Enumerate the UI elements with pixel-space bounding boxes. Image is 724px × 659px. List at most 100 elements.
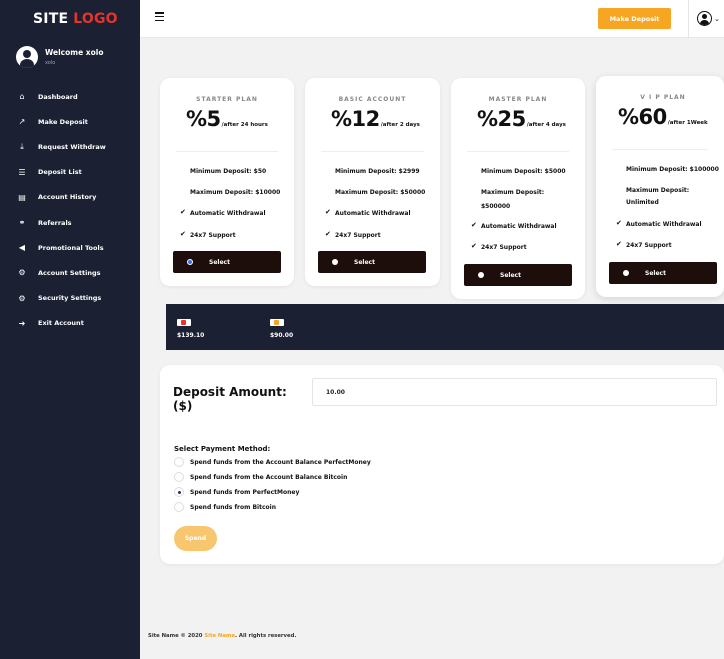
plan-min-deposit: Minimum Deposit: $5000 — [481, 168, 566, 175]
plan-min-deposit: Minimum Deposit: $50 — [190, 168, 267, 175]
sidebar-item-label: Promotional Tools — [38, 243, 104, 252]
plan-name: V I P PLAN — [640, 94, 686, 101]
balance-bitcoin: $90.00 — [270, 319, 293, 339]
welcome-username: xolo — [45, 60, 56, 66]
select-label: Select — [354, 258, 375, 266]
sidebar-item-referrals[interactable]: ⚭ Referrals — [0, 210, 140, 235]
user-welcome: Welcome xolo xolo — [0, 38, 140, 70]
sidebar-item-account-history[interactable]: ▤ Account History — [0, 185, 140, 210]
list-icon: ☰ — [18, 167, 26, 177]
sidebar-item-account-settings[interactable]: ⚙ Account Settings — [0, 260, 140, 285]
deposit-amount-input[interactable] — [312, 378, 717, 406]
divider — [176, 151, 278, 152]
plan-period: /after 24 hours — [221, 122, 268, 128]
deposit-amount-label: Deposit Amount: ($) — [173, 385, 287, 413]
download-icon: ⤓ — [20, 141, 24, 151]
footer-site-link[interactable]: Site Name — [204, 633, 235, 639]
chevron-down-icon: ⌄ — [714, 14, 720, 23]
payment-option-bitcoin[interactable]: Spend funds from Bitcoin — [174, 502, 276, 512]
plan-feature: 24x7 Support — [190, 232, 236, 239]
plan-percent: %60 — [618, 105, 667, 129]
megaphone-icon: ◀ — [18, 243, 26, 253]
payment-option-perfectmoney[interactable]: Spend funds from PerfectMoney — [174, 487, 299, 497]
select-plan-button[interactable]: Select — [318, 251, 426, 273]
select-plan-button[interactable]: Select — [173, 251, 281, 273]
plan-max-deposit: Maximum Deposit: $50000 — [335, 189, 426, 196]
gear-icon: ⚙ — [18, 293, 26, 303]
sidebar-nav: ⌂ Dashboard ↗ Make Deposit ⤓ Request Wit… — [0, 84, 140, 336]
perfectmoney-icon — [177, 319, 191, 326]
sidebar-item-exit-account[interactable]: ➜ Exit Account — [0, 311, 140, 336]
plan-name: BASIC ACCOUNT — [338, 96, 407, 103]
radio-selected-icon — [187, 259, 193, 265]
external-link-icon: ↗ — [18, 117, 26, 127]
deposit-form: Deposit Amount: ($) Select Payment Metho… — [160, 365, 724, 564]
footer-prefix: Site Name © 2020 — [148, 633, 203, 639]
sidebar-item-dashboard[interactable]: ⌂ Dashboard — [0, 84, 140, 109]
top-header: Make Deposit ⌄ — [140, 0, 724, 38]
plan-feature: 24x7 Support — [626, 242, 672, 249]
sidebar-item-make-deposit[interactable]: ↗ Make Deposit — [0, 109, 140, 134]
payment-option-label: Spend funds from Bitcoin — [190, 503, 276, 511]
plan-percent: %12 — [331, 107, 380, 131]
cogs-icon: ⚙ — [18, 268, 26, 278]
sidebar-item-deposit-list[interactable]: ☰ Deposit List — [0, 160, 140, 185]
plan-period: /after 2 days — [380, 122, 420, 128]
select-label: Select — [500, 271, 521, 279]
plan-period: /after 4 days — [526, 122, 566, 128]
sidebar-item-promotional-tools[interactable]: ◀ Promotional Tools — [0, 235, 140, 260]
radio-button-checked[interactable] — [174, 487, 184, 497]
payment-option-balance-bitcoin[interactable]: Spend funds from the Account Balance Bit… — [174, 472, 347, 482]
divider — [321, 151, 424, 152]
check-icon: ✔ — [325, 208, 331, 216]
avatar — [16, 46, 38, 68]
select-label: Select — [645, 269, 666, 277]
payment-option-balance-perfectmoney[interactable]: Spend funds from the Account Balance Per… — [174, 457, 371, 467]
logo-text-b: LOGO — [73, 11, 118, 27]
plan-feature: Automatic Withdrawal — [190, 210, 266, 217]
site-logo[interactable]: SITE LOGO — [0, 0, 140, 38]
plan-percent: %25 — [477, 107, 526, 131]
user-menu[interactable]: ⌄ — [697, 11, 720, 26]
plan-card-vip: V I P PLAN %60 /after 1Week Minimum Depo… — [596, 76, 724, 297]
check-icon: ✔ — [180, 208, 186, 216]
sidebar-item-label: Request Withdraw — [38, 142, 106, 151]
payment-option-label: Spend funds from PerfectMoney — [190, 488, 300, 496]
radio-button[interactable] — [174, 457, 184, 467]
sidebar-item-label: Referrals — [38, 218, 72, 227]
radio-button[interactable] — [174, 502, 184, 512]
plan-card-starter: STARTER PLAN %5 /after 24 hours Minimum … — [160, 78, 294, 286]
plan-name: STARTER PLAN — [196, 96, 258, 103]
radio-icon — [478, 272, 484, 278]
make-deposit-button[interactable]: Make Deposit — [598, 8, 671, 29]
plan-max-deposit: Maximum Deposit: — [626, 187, 690, 194]
sidebar-item-label: Dashboard — [38, 92, 78, 101]
balance-perfectmoney: $139.10 — [177, 319, 204, 339]
sidebar-item-label: Make Deposit — [38, 117, 88, 126]
select-plan-button[interactable]: Select — [464, 264, 572, 286]
sidebar-item-request-withdraw[interactable]: ⤓ Request Withdraw — [0, 134, 140, 159]
home-icon: ⌂ — [19, 92, 25, 102]
header-divider — [688, 0, 689, 38]
bitcoin-icon — [270, 319, 284, 326]
radio-button[interactable] — [174, 472, 184, 482]
balance-value: $139.10 — [177, 332, 205, 339]
plan-min-deposit: Minimum Deposit: $100000 — [626, 166, 719, 173]
spend-button[interactable]: Spend — [174, 526, 217, 551]
plan-max-deposit-value: Unlimited — [626, 199, 659, 206]
welcome-title: Welcome xolo — [45, 48, 104, 57]
sidebar-item-security-settings[interactable]: ⚙ Security Settings — [0, 286, 140, 311]
plan-feature: Automatic Withdrawal — [626, 221, 702, 228]
radio-icon — [332, 259, 338, 265]
payment-option-label: Spend funds from the Account Balance Per… — [190, 458, 371, 466]
document-list-icon: ▤ — [18, 192, 26, 202]
menu-toggle-icon[interactable] — [155, 12, 164, 22]
select-label: Select — [209, 258, 230, 266]
plan-percent: %5 — [186, 107, 221, 131]
select-plan-button[interactable]: Select — [609, 262, 717, 284]
balance-bar: $139.10 $90.00 — [166, 304, 724, 350]
plan-period: /after 1Week — [667, 120, 708, 126]
check-icon: ✔ — [325, 230, 331, 238]
plan-feature: 24x7 Support — [335, 232, 381, 239]
plan-min-deposit: Minimum Deposit: $2999 — [335, 168, 420, 175]
